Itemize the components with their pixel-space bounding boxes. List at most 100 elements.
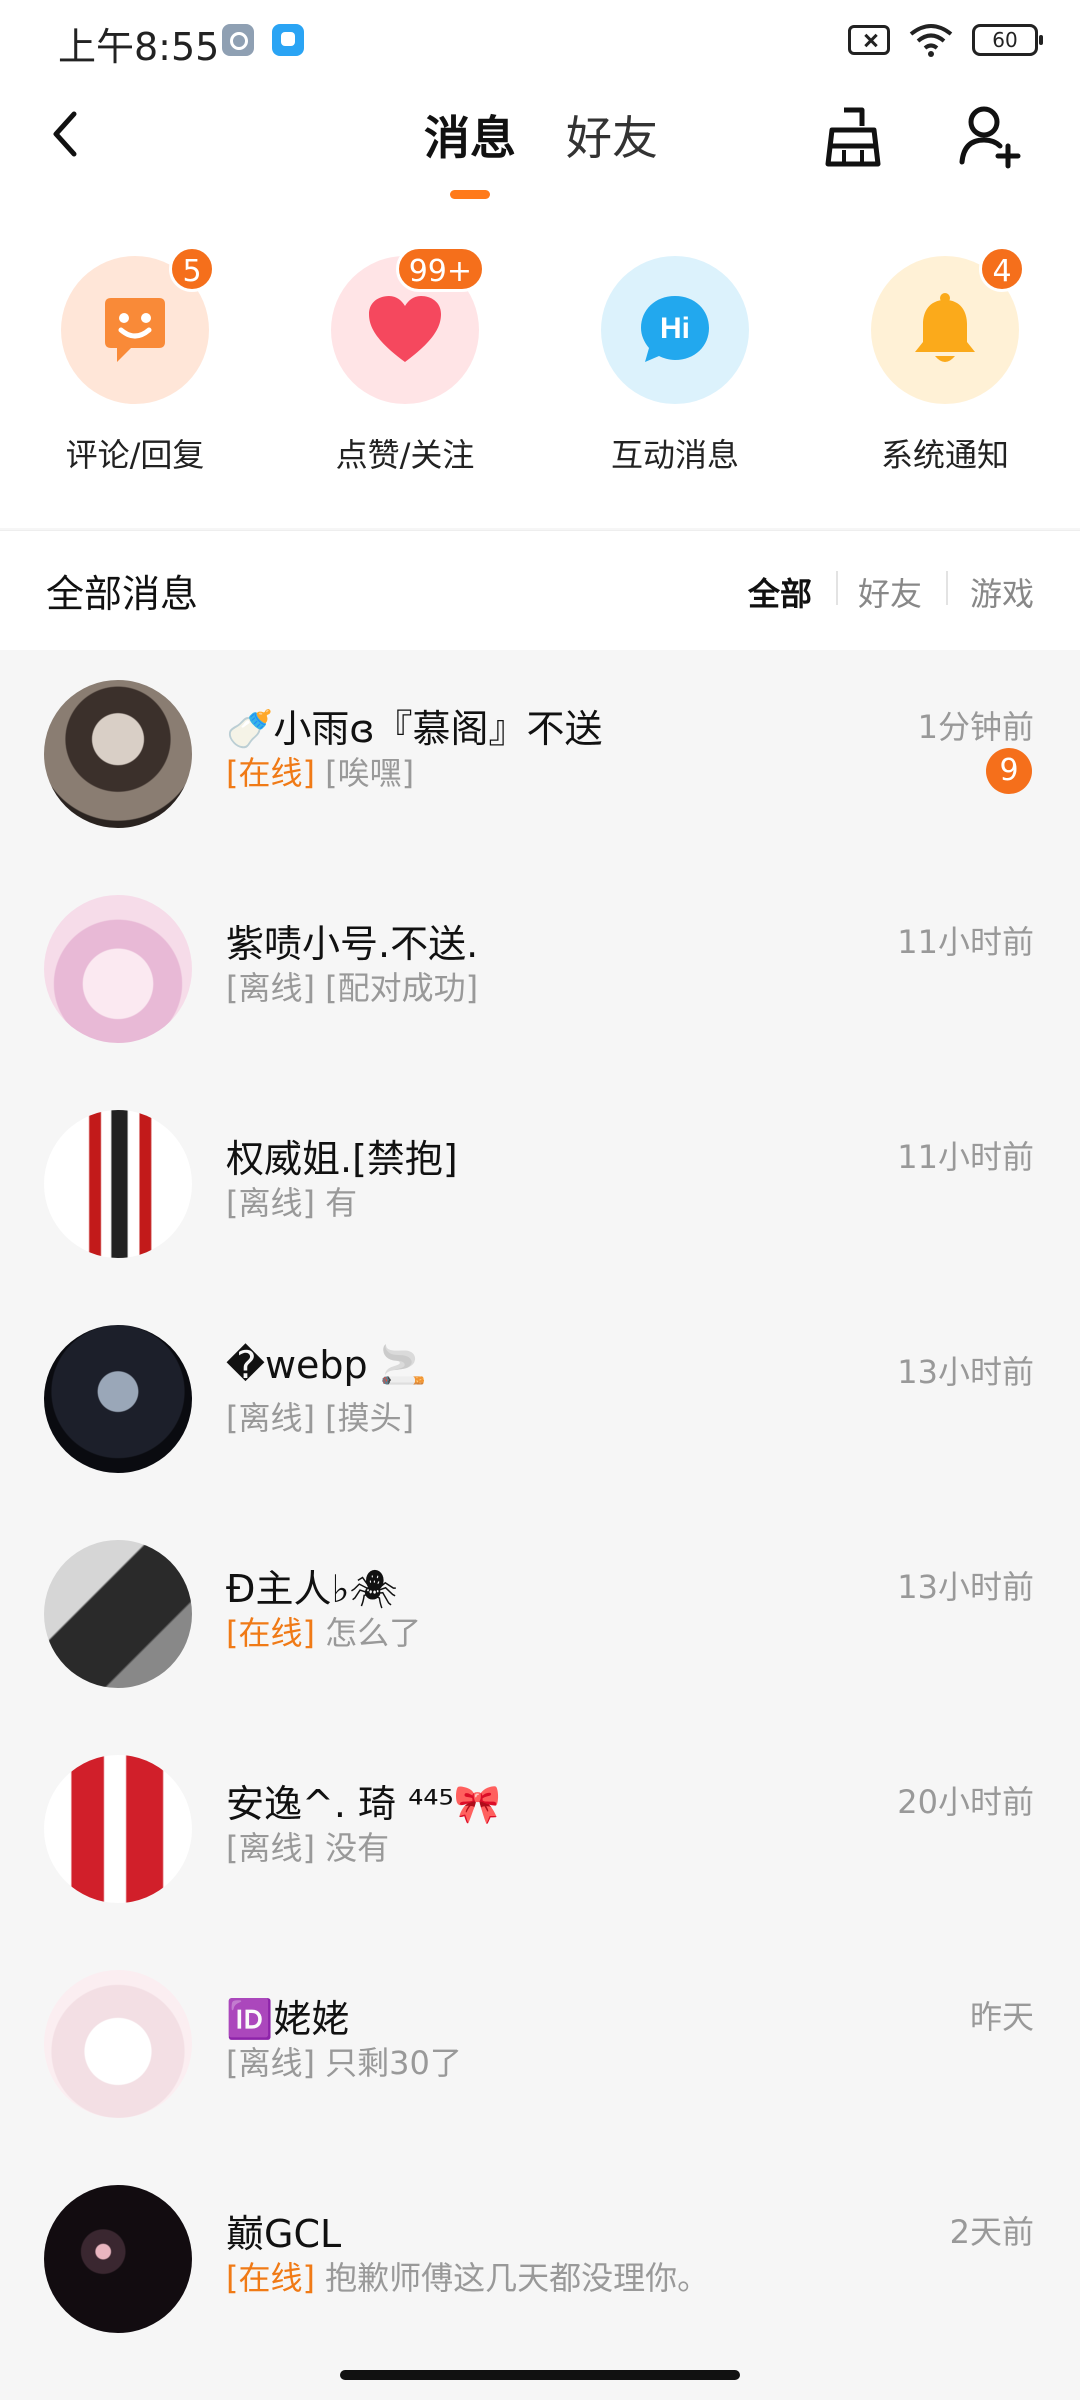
message-time: 11小时前 xyxy=(897,923,1034,961)
message-preview: [在线] 怎么了 xyxy=(226,1608,421,1654)
contact-name: 权威姐.[禁抱] xyxy=(226,1137,458,1181)
comments-badge: 5 xyxy=(169,246,215,292)
contact-name: 🍼小雨ɞ『慕阁』不送 xyxy=(226,707,603,751)
interaction-label: 互动消息 xyxy=(610,436,739,474)
conversation-list: 🍼小雨ɞ『慕阁』不送 [在线] [唉嘿] 1分钟前 9 紫啧小号.不送. [离线… xyxy=(0,650,1080,2370)
filter-all[interactable]: 全部 xyxy=(748,569,812,615)
online-status: [在线] xyxy=(226,1614,315,1652)
wifi-icon xyxy=(909,24,953,57)
contact-name: 巅GCL xyxy=(226,2212,342,2256)
avatar[interactable] xyxy=(44,1110,192,1258)
last-message: 怎么了 xyxy=(325,1614,422,1652)
message-time: 昨天 xyxy=(969,1998,1034,2036)
back-arrow-icon[interactable] xyxy=(38,104,98,164)
clear-unread-broom-icon[interactable] xyxy=(818,102,888,172)
comments-replies-entry[interactable]: 5 评论/回复 xyxy=(25,246,245,476)
offline-status: [离线] xyxy=(226,1184,315,1222)
conversation-row[interactable]: Đ主人♭🕷 [在线] 怎么了 13小时前 xyxy=(0,1510,1080,1725)
status-time: 上午8:55 xyxy=(58,25,220,69)
comments-circle: 5 xyxy=(61,246,215,404)
last-message: 只剩30了 xyxy=(325,2044,462,2082)
conversation-row[interactable]: 安逸^. 琦 ⁴⁴⁵🎀 [离线] 没有 20小时前 xyxy=(0,1725,1080,1940)
message-preview: [离线] [配对成功] xyxy=(226,963,478,1009)
last-message: [唉嘿] xyxy=(325,754,415,792)
notification-categories: 5 评论/回复 99+ 点赞/关注 Hi 互动消息 4 系统通知 xyxy=(0,210,1080,528)
active-tab-indicator xyxy=(450,190,490,199)
conversation-row[interactable]: 🆔姥姥 [离线] 只剩30了 昨天 xyxy=(0,1940,1080,2155)
hi-bubble-icon: Hi xyxy=(641,296,709,362)
message-time: 2天前 xyxy=(949,2213,1034,2251)
filter-divider xyxy=(836,571,838,605)
all-messages-title: 全部消息 xyxy=(46,572,199,616)
unread-badge: 9 xyxy=(986,748,1032,794)
conversation-row[interactable]: 权威姐.[禁抱] [离线] 有 11小时前 xyxy=(0,1080,1080,1295)
message-preview: [离线] [摸头] xyxy=(226,1393,414,1439)
battery-indicator: 60 xyxy=(972,24,1043,56)
avatar[interactable] xyxy=(44,895,192,1043)
message-preview: [在线] [唉嘿] xyxy=(226,748,414,794)
online-status: [在线] xyxy=(226,754,315,792)
add-friend-icon[interactable] xyxy=(956,100,1026,170)
last-message: [摸头] xyxy=(325,1399,415,1437)
interaction-circle: Hi xyxy=(601,256,749,404)
bell-icon xyxy=(915,293,975,362)
likes-circle: 99+ xyxy=(331,246,485,404)
message-time: 1分钟前 xyxy=(917,708,1034,746)
offline-status: [离线] xyxy=(226,2044,315,2082)
message-preview: [离线] 有 xyxy=(226,1178,357,1224)
status-bar: 上午8:55 60 xyxy=(0,0,1080,80)
system-notice-entry[interactable]: 4 系统通知 xyxy=(835,246,1055,476)
message-time: 20小时前 xyxy=(897,1783,1034,1821)
svg-text:Hi: Hi xyxy=(660,312,690,345)
home-indicator[interactable] xyxy=(340,2370,740,2380)
contact-name: 安逸^. 琦 ⁴⁴⁵🎀 xyxy=(226,1782,502,1826)
avatar[interactable] xyxy=(44,1540,192,1688)
message-preview: [离线] 只剩30了 xyxy=(226,2038,462,2084)
avatar[interactable] xyxy=(44,1325,192,1473)
likes-badge: 99+ xyxy=(395,246,485,292)
last-message: [配对成功] xyxy=(325,969,479,1007)
avatar[interactable] xyxy=(44,680,192,828)
last-message: 有 xyxy=(325,1184,358,1222)
offline-status: [离线] xyxy=(226,1829,315,1867)
heart-icon xyxy=(369,296,441,362)
top-nav: 消息 好友 xyxy=(0,80,1080,210)
offline-status: [离线] xyxy=(226,1399,315,1437)
avatar[interactable] xyxy=(44,1970,192,2118)
message-preview: [离线] 没有 xyxy=(226,1823,389,1869)
avatar[interactable] xyxy=(44,1755,192,1903)
message-time: 11小时前 xyxy=(897,1138,1034,1176)
message-preview: [在线] 抱歉师傅这几天都没理你。 xyxy=(226,2253,709,2299)
app-notification-icon xyxy=(222,24,254,56)
system-badge: 4 xyxy=(979,246,1025,292)
last-message: 没有 xyxy=(325,1829,390,1867)
system-label: 系统通知 xyxy=(880,436,1009,474)
filter-games[interactable]: 游戏 xyxy=(970,569,1034,615)
system-circle: 4 xyxy=(871,246,1025,404)
conversation-row[interactable]: 紫啧小号.不送. [离线] [配对成功] 11小时前 xyxy=(0,865,1080,1080)
conversation-row[interactable]: 巅GCL [在线] 抱歉师傅这几天都没理你。 2天前 xyxy=(0,2155,1080,2370)
contact-name: 🆔姥姥 xyxy=(226,1997,350,2041)
tab-messages[interactable]: 消息 xyxy=(424,102,516,168)
sim-off-icon xyxy=(848,25,890,55)
last-message: 抱歉师傅这几天都没理你。 xyxy=(325,2259,710,2297)
online-status: [在线] xyxy=(226,2259,315,2297)
offline-status: [离线] xyxy=(226,969,315,1007)
filter-friends[interactable]: 好友 xyxy=(858,569,922,615)
avatar[interactable] xyxy=(44,2185,192,2333)
tab-friends[interactable]: 好友 xyxy=(566,102,658,168)
interaction-messages-entry[interactable]: Hi 互动消息 xyxy=(565,256,785,476)
message-notification-icon xyxy=(272,24,304,56)
conversation-row[interactable]: 🍼小雨ɞ『慕阁』不送 [在线] [唉嘿] 1分钟前 9 xyxy=(0,650,1080,865)
contact-name: �webp 🚬 xyxy=(226,1343,428,1387)
comment-icon xyxy=(105,298,165,362)
conversation-row[interactable]: �webp 🚬 [离线] [摸头] 13小时前 xyxy=(0,1295,1080,1510)
likes-label: 点赞/关注 xyxy=(335,436,475,474)
likes-follows-entry[interactable]: 99+ 点赞/关注 xyxy=(295,246,515,476)
message-time: 13小时前 xyxy=(897,1353,1034,1391)
contact-name: Đ主人♭🕷 xyxy=(226,1567,398,1611)
contact-name: 紫啧小号.不送. xyxy=(226,922,479,966)
comments-label: 评论/回复 xyxy=(65,436,205,474)
message-time: 13小时前 xyxy=(897,1568,1034,1606)
filter-divider xyxy=(946,571,948,605)
